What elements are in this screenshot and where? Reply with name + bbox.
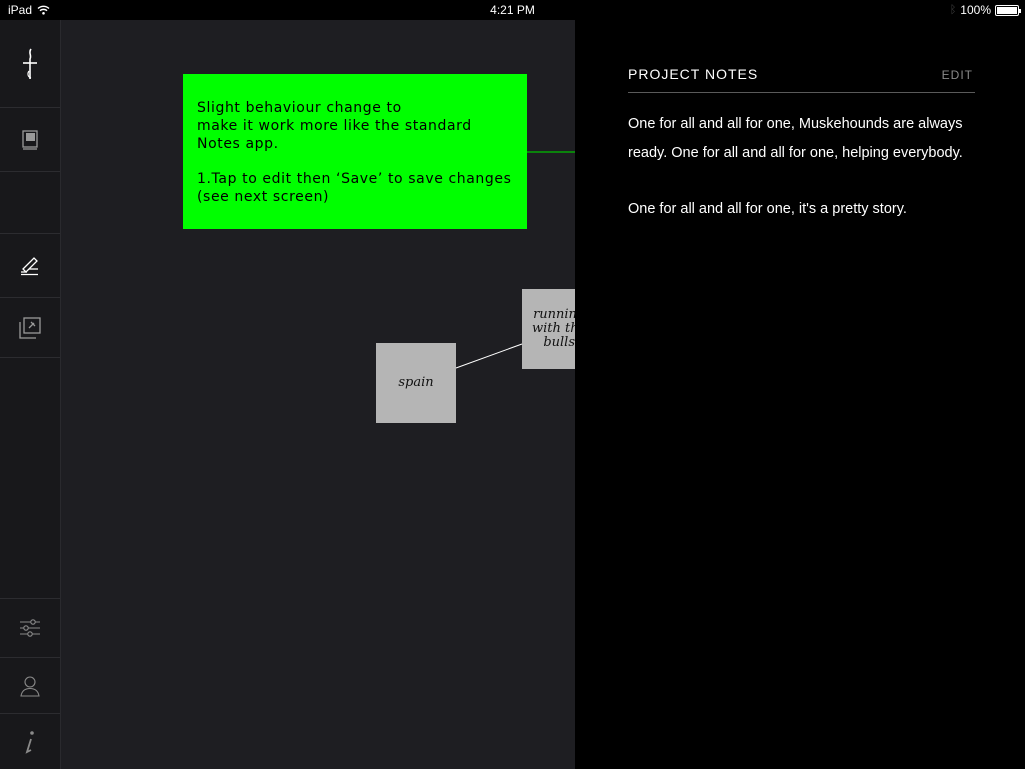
sidebar-item-pinned[interactable]: [0, 298, 60, 358]
sidebar-item-info[interactable]: [0, 714, 60, 769]
notes-header: PROJECT NOTES EDIT: [628, 64, 975, 93]
sidebar-item-account[interactable]: [0, 658, 60, 714]
node-spain[interactable]: spain: [376, 343, 456, 423]
sidebar: [0, 20, 61, 769]
battery-icon: [995, 4, 1021, 16]
pen-notes-icon: [21, 256, 38, 275]
dagger-logo-icon: [23, 48, 37, 79]
edit-button[interactable]: EDIT: [942, 68, 973, 82]
sidebar-item-settings[interactable]: [0, 598, 60, 658]
bluetooth-icon: ᛒ: [949, 4, 957, 16]
status-bar: iPad 4:21 PM ᛒ 100%: [0, 0, 1025, 20]
info-icon: [25, 730, 34, 754]
project-notes-panel: PROJECT NOTES EDIT One for all and all f…: [575, 20, 1025, 769]
pinned-layers-icon: [19, 316, 41, 339]
battery-percent: 100%: [960, 3, 991, 17]
logo-button[interactable]: [0, 20, 60, 108]
sidebar-item-empty[interactable]: [0, 172, 60, 234]
annotation-note: Slight behaviour change to make it work …: [183, 74, 527, 229]
node-label: running with the bulls: [532, 307, 575, 350]
mindmap-canvas[interactable]: Slight behaviour change to make it work …: [61, 20, 575, 769]
sidebar-item-notes[interactable]: [0, 234, 60, 298]
notes-body[interactable]: One for all and all for one, Muskehounds…: [628, 110, 968, 224]
annotation-paragraph-2: 1.Tap to edit then ‘Save’ to save change…: [197, 171, 512, 205]
node-label: spain: [398, 375, 434, 390]
annotation-paragraph-1: Slight behaviour change to make it work …: [197, 100, 472, 152]
user-icon: [20, 675, 40, 697]
notebook-icon: [22, 129, 38, 150]
notes-paragraph-2: One for all and all for one, it's a pret…: [628, 201, 907, 217]
node-running-with-the-bulls[interactable]: running with the bulls: [522, 289, 575, 369]
notes-title: PROJECT NOTES: [628, 66, 759, 82]
notes-paragraph-1: One for all and all for one, Muskehounds…: [628, 116, 963, 161]
sidebar-item-notebook[interactable]: [0, 108, 60, 172]
status-right: ᛒ 100%: [949, 3, 1021, 17]
clock: 4:21 PM: [490, 3, 535, 17]
sliders-icon: [20, 619, 40, 637]
